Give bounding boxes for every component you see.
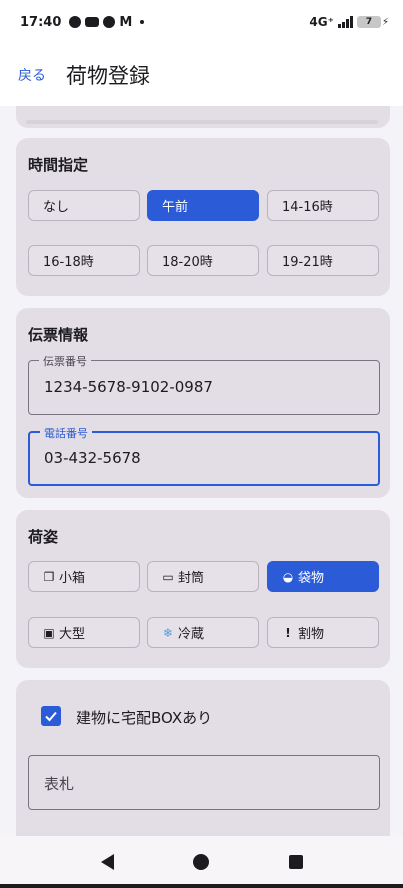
time-option-label: 19-21時 — [282, 255, 333, 270]
status-time: 17:40 — [20, 14, 62, 30]
large-icon: ▣ — [43, 625, 55, 640]
package-option-large[interactable]: ▣ 大型 — [28, 617, 140, 648]
fragile-icon: ! — [285, 625, 291, 640]
page-title: 荷物登録 — [66, 64, 150, 88]
envelope-icon: ▭ — [162, 569, 174, 584]
delivery-box-checkbox[interactable] — [41, 706, 61, 726]
package-option-label: 割物 — [298, 627, 325, 642]
gmail-icon: M — [119, 14, 133, 30]
nav-recents-button[interactable] — [284, 850, 308, 874]
bag-icon: ◒ — [282, 569, 294, 584]
previous-card-divider — [26, 120, 378, 124]
package-option-fragile[interactable]: ! 割物 — [267, 617, 379, 648]
app-bar: 戻る 荷物登録 — [0, 44, 403, 106]
system-nav-bar — [0, 836, 403, 888]
delivery-box-label[interactable]: 建物に宅配BOXあり — [76, 707, 212, 728]
package-option-label: 袋物 — [298, 571, 325, 586]
back-triangle-icon — [100, 854, 114, 870]
package-option-label: 大型 — [59, 627, 86, 642]
charging-icon: ⚡ — [381, 16, 389, 28]
notification-icons: M — [69, 14, 145, 30]
nameplate-field[interactable]: 表札 — [28, 755, 380, 810]
package-option-label: 小箱 — [59, 571, 86, 586]
time-card: 時間指定 なし 午前 14-16時 16-18時 18-20時 19-21時 — [16, 138, 390, 296]
time-option-label: 16-18時 — [43, 255, 94, 270]
battery-level: 7 — [356, 16, 381, 28]
package-option-envelope[interactable]: ▭ 封筒 — [147, 561, 259, 592]
time-option-label: なし — [43, 200, 70, 215]
snowflake-icon: ❄ — [162, 625, 174, 640]
package-option-label: 冷蔵 — [178, 627, 205, 642]
previous-card-edge — [16, 106, 390, 128]
status-bar: 17:40 M 4G⁺ 7 ⚡ — [0, 0, 403, 44]
package-option-label: 封筒 — [178, 571, 205, 586]
time-option-19-21[interactable]: 19-21時 — [267, 245, 379, 276]
slip-number-label: 伝票番号 — [39, 353, 91, 369]
slip-number-value: 1234-5678-9102-0987 — [44, 378, 213, 396]
time-option-18-20[interactable]: 18-20時 — [147, 245, 259, 276]
network-type: 4G⁺ — [309, 15, 334, 29]
time-option-morning[interactable]: 午前 — [147, 190, 259, 221]
youtube-icon — [85, 17, 100, 27]
package-card: 荷姿 ❐ 小箱 ▭ 封筒 ◒ 袋物 ▣ 大型 ❄ 冷蔵 ! 割物 — [16, 510, 390, 668]
clock-icon — [103, 16, 116, 28]
nav-back-button[interactable] — [95, 850, 119, 874]
slip-number-field[interactable]: 伝票番号 1234-5678-9102-0987 — [28, 353, 380, 415]
package-section-title: 荷姿 — [28, 528, 59, 546]
time-option-label: 午前 — [162, 200, 189, 215]
time-option-16-18[interactable]: 16-18時 — [28, 245, 140, 276]
time-option-none[interactable]: なし — [28, 190, 140, 221]
phone-label: 電話番号 — [40, 425, 92, 441]
form-content[interactable]: 時間指定 なし 午前 14-16時 16-18時 18-20時 19-21時 伝… — [0, 106, 403, 836]
signal-icon — [337, 16, 353, 28]
battery-icon: 7 ⚡ — [356, 16, 389, 28]
package-option-bag[interactable]: ◒ 袋物 — [267, 561, 379, 592]
phone-value: 03-432-5678 — [44, 449, 141, 467]
package-option-refrigerated[interactable]: ❄ 冷蔵 — [147, 617, 259, 648]
time-section-title: 時間指定 — [28, 156, 89, 174]
phone-field[interactable]: 電話番号 03-432-5678 — [28, 425, 380, 486]
checkmark-icon — [45, 711, 57, 722]
more-notifications-icon — [140, 20, 145, 24]
time-option-14-16[interactable]: 14-16時 — [267, 190, 379, 221]
home-circle-icon — [193, 854, 210, 870]
notification-app-icon — [69, 16, 82, 28]
nav-home-button[interactable] — [189, 850, 213, 874]
nameplate-placeholder: 表札 — [44, 775, 75, 793]
back-button[interactable]: 戻る — [18, 65, 46, 85]
box-icon: ❐ — [43, 569, 55, 584]
time-option-label: 18-20時 — [162, 255, 213, 270]
recents-square-icon — [288, 855, 303, 869]
slip-section-title: 伝票情報 — [28, 326, 89, 344]
bottom-edge — [0, 884, 403, 888]
slip-card: 伝票情報 伝票番号 1234-5678-9102-0987 電話番号 03-43… — [16, 308, 390, 498]
package-option-small-box[interactable]: ❐ 小箱 — [28, 561, 140, 592]
delivery-box-card: 建物に宅配BOXあり 表札 — [16, 680, 390, 836]
time-option-label: 14-16時 — [282, 200, 333, 215]
